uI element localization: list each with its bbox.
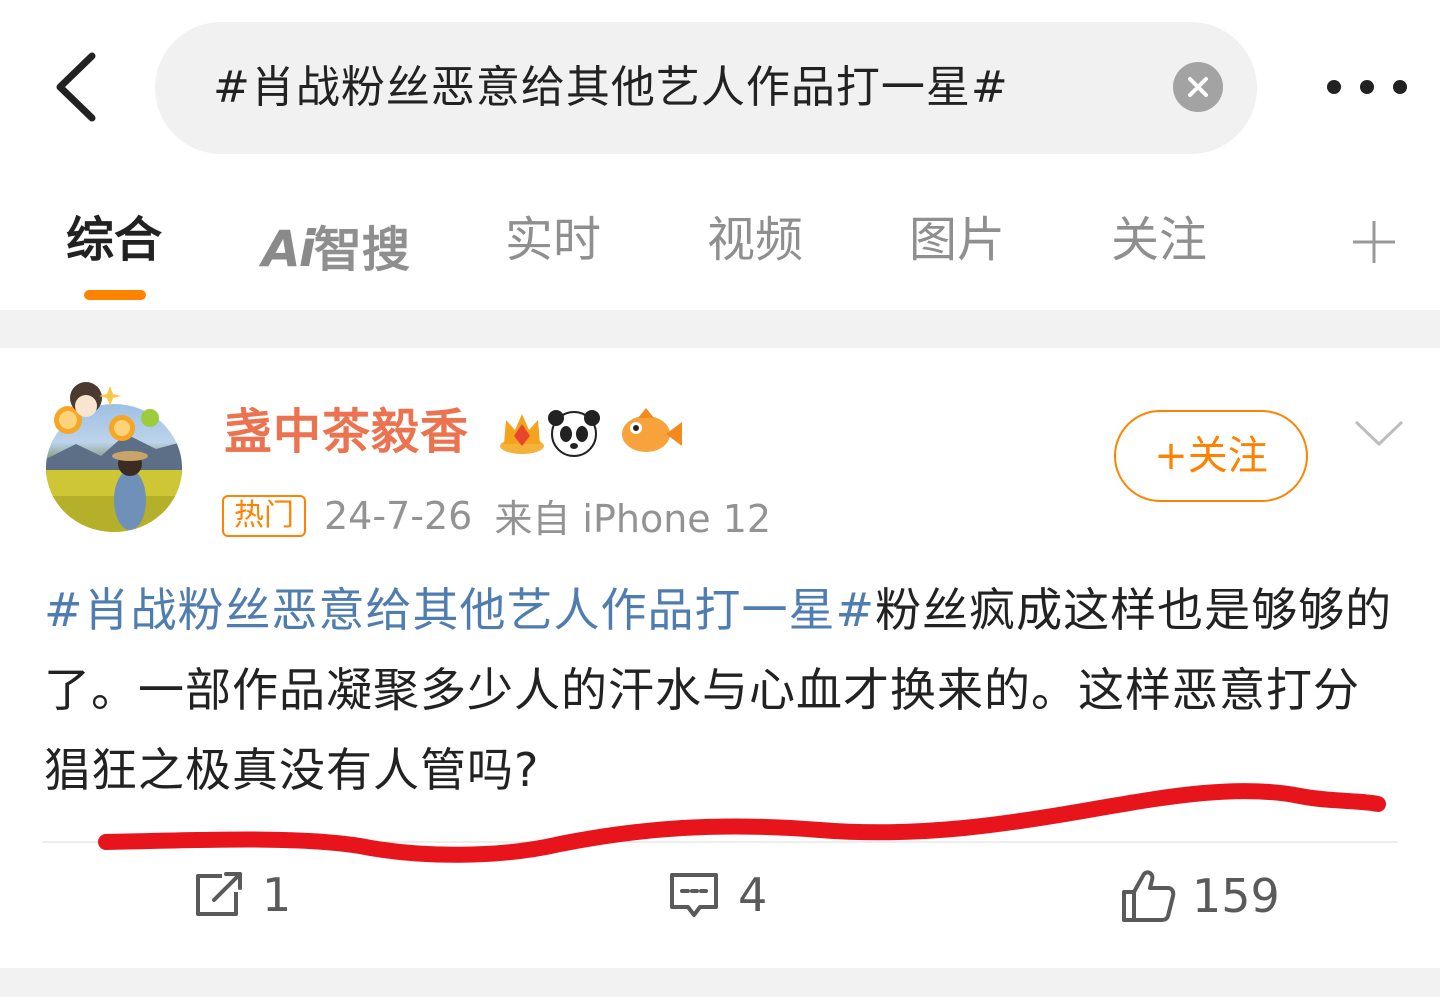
- chevron-down-icon[interactable]: [1352, 416, 1406, 452]
- hot-badge: 热门: [222, 494, 306, 537]
- repost-count: 1: [262, 868, 292, 922]
- more-icon[interactable]: [1325, 70, 1409, 104]
- tab-comprehensive[interactable]: 综合: [66, 210, 162, 270]
- like-button[interactable]: 159: [1120, 868, 1280, 948]
- tab-video[interactable]: 视频: [707, 210, 803, 270]
- post-hashtag[interactable]: #肖战粉丝恶意给其他艺人作品打一星#: [44, 583, 875, 637]
- like-count: 159: [1192, 869, 1280, 923]
- plus-icon[interactable]: [1350, 218, 1398, 266]
- active-tab-indicator: [84, 290, 146, 300]
- author-badges: [496, 404, 686, 460]
- like-icon: [1122, 870, 1176, 922]
- fish-badge-icon: [622, 408, 682, 452]
- panda-badge-icon: [548, 410, 600, 457]
- tab-ai-search-label: 智搜: [313, 222, 410, 278]
- crown-badge-icon: [500, 414, 544, 454]
- post-meta: 热门 24-7-26 来自 iPhone 12: [222, 488, 793, 541]
- comment-count: 4: [738, 868, 768, 922]
- follow-button[interactable]: +关注: [1114, 410, 1308, 502]
- post-date: 24-7-26: [324, 493, 473, 538]
- clear-icon[interactable]: [1173, 62, 1223, 112]
- tab-ai-search[interactable]: Ai智搜: [262, 210, 410, 278]
- comment-button[interactable]: 4: [666, 868, 767, 948]
- author-name[interactable]: 盏中茶毅香: [224, 402, 469, 462]
- top-bar: #肖战粉丝恶意给其他艺人作品打一星#: [0, 0, 1440, 170]
- bottom-separator: [0, 968, 1440, 997]
- repost-icon: [196, 872, 242, 916]
- tab-images[interactable]: 图片: [909, 210, 1005, 270]
- comment-icon: [670, 873, 718, 917]
- section-separator: [0, 310, 1440, 348]
- search-input[interactable]: #肖战粉丝恶意给其他艺人作品打一星#: [155, 22, 1257, 154]
- back-arrow-icon[interactable]: [48, 50, 108, 124]
- post-card[interactable]: 盏中茶毅香 热门 24-7-26 来自 iPhone 12 +关注 #肖战粉丝恶…: [0, 348, 1440, 968]
- search-tabs: 综合 Ai智搜 实时 视频 图片 关注: [0, 180, 1440, 310]
- search-query: #肖战粉丝恶意给其他艺人作品打一星#: [213, 62, 1009, 113]
- post-source: 来自 iPhone 12: [494, 497, 772, 541]
- tab-realtime[interactable]: 实时: [505, 210, 601, 270]
- avatar[interactable]: [46, 376, 182, 532]
- ai-logo: Ai: [262, 220, 316, 278]
- red-annotation-stroke: [98, 783, 1386, 863]
- repost-button[interactable]: 1: [192, 868, 291, 948]
- tab-following[interactable]: 关注: [1111, 210, 1207, 270]
